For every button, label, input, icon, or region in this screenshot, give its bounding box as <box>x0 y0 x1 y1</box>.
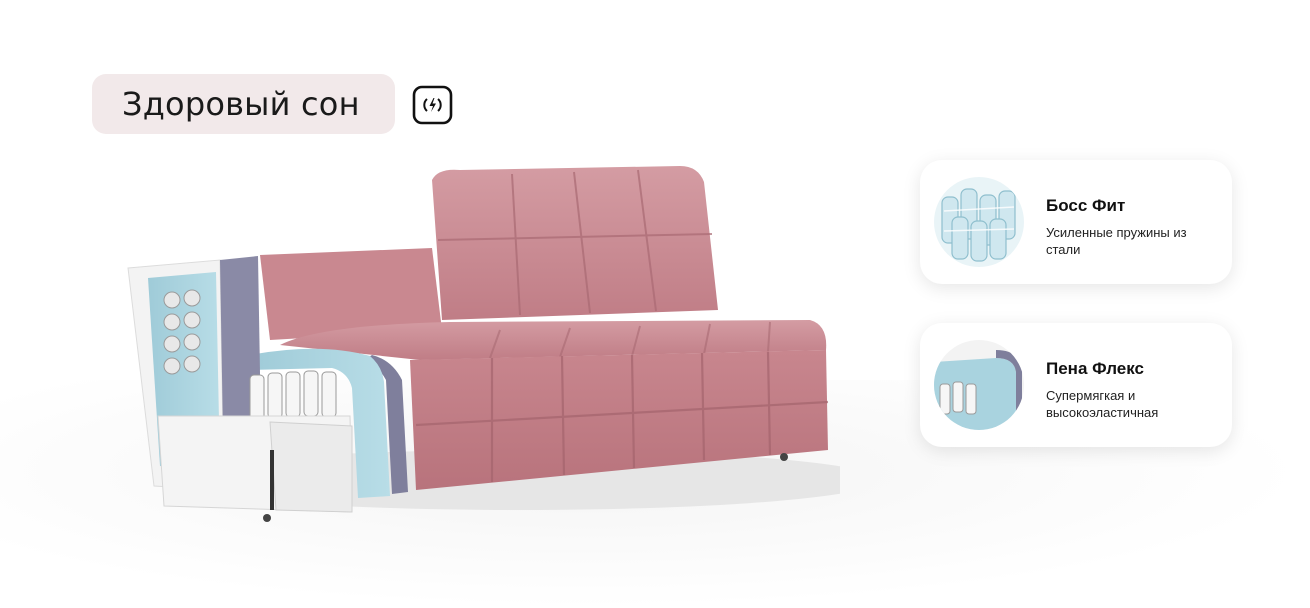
pocket-springs-icon <box>934 177 1024 267</box>
feature-title: Пена Флекс <box>1046 359 1144 378</box>
fast-charge-icon <box>412 85 453 125</box>
title-pill: Здоровый сон <box>92 74 395 134</box>
foam-layer-icon <box>934 340 1024 430</box>
sofa-cutaway-image <box>127 166 840 522</box>
feature-description: Супермягкая и высокоэластичная <box>1046 388 1159 420</box>
feature-card-foam: Пена Флекс Супермягкая и высокоэластична… <box>920 323 1232 447</box>
feature-description: Усиленные пружины из стали <box>1046 225 1187 257</box>
page-title: Здоровый сон <box>122 85 360 123</box>
feature-title: Босс Фит <box>1046 196 1126 215</box>
feature-card-springs: Босс Фит Усиленные пружины из стали <box>920 160 1232 284</box>
